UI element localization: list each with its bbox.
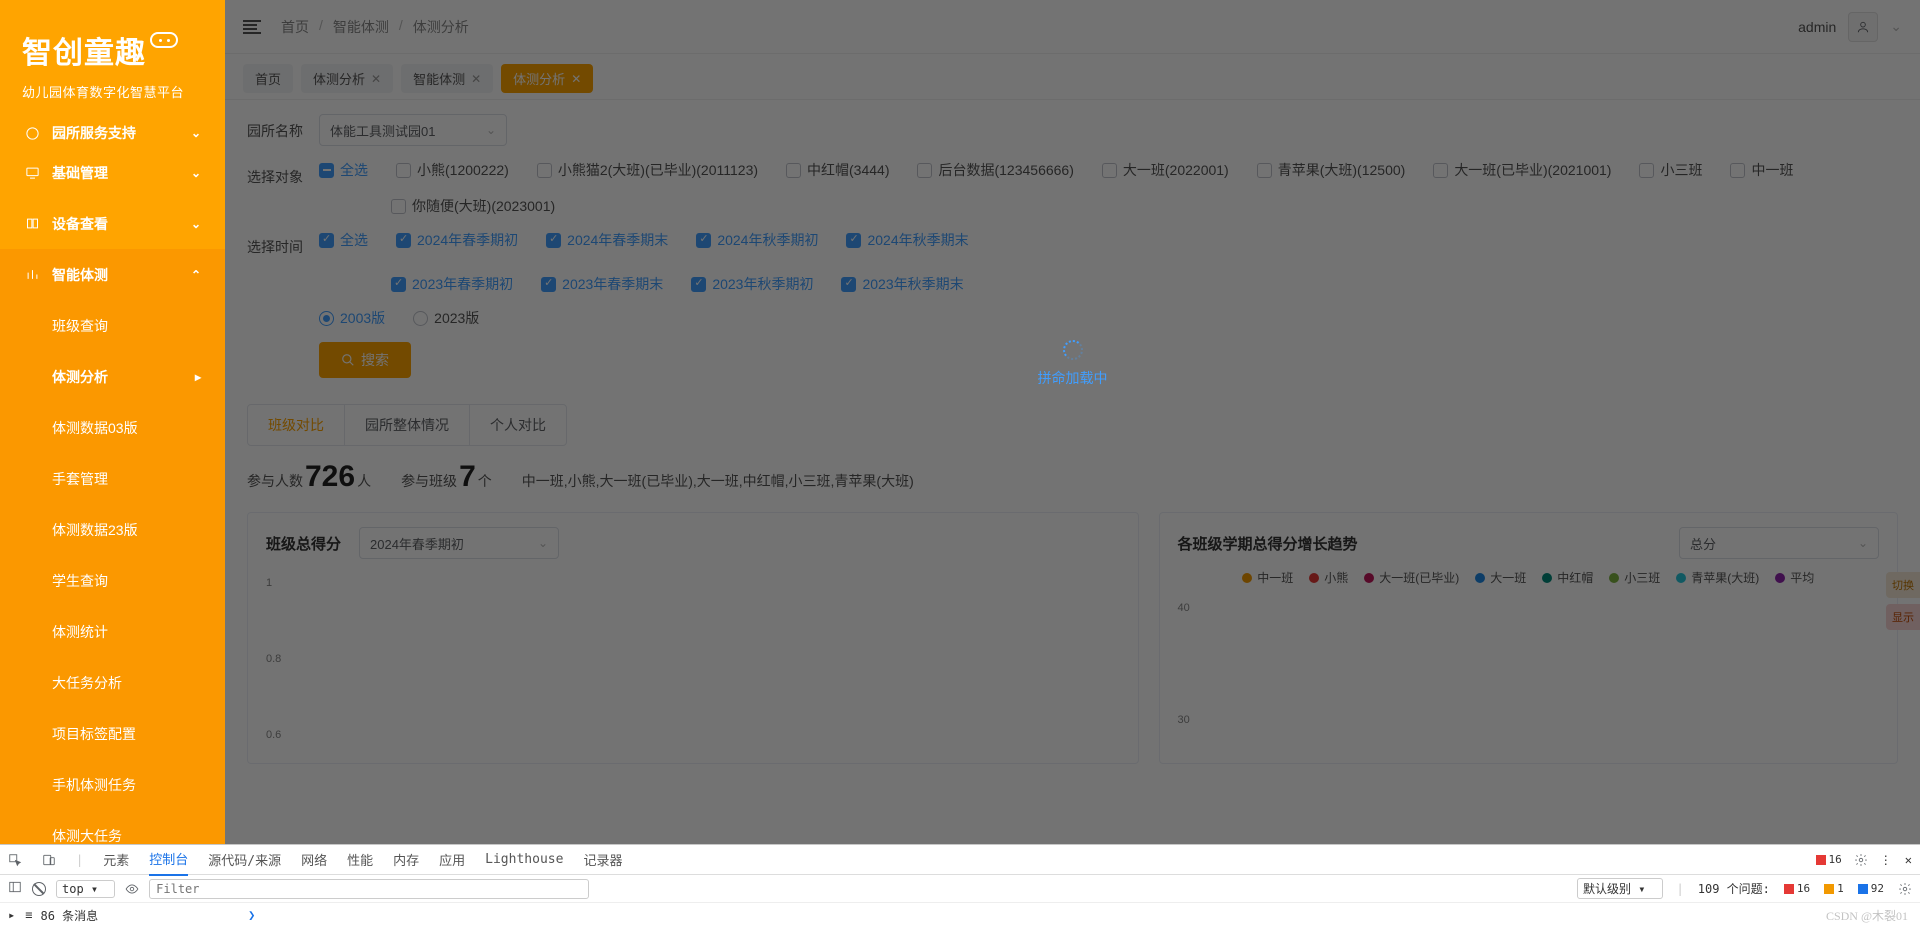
issue-info[interactable]: 92	[1858, 882, 1884, 895]
list-icon[interactable]: ≡	[25, 908, 30, 922]
subitem-glove-mgmt[interactable]: 手套管理	[0, 453, 225, 504]
dim-overlay	[225, 0, 1920, 844]
brand-block: 智创童趣 幼儿园体育数字化智慧平台	[0, 0, 225, 119]
subitem-class-query[interactable]: 班级查询	[0, 300, 225, 351]
book-icon	[24, 216, 40, 232]
eye-icon[interactable]	[125, 882, 139, 896]
dt-tab-console[interactable]: 控制台	[149, 843, 188, 876]
dt-tab-sources[interactable]: 源代码/来源	[208, 844, 281, 875]
sidebar-item-device-view[interactable]: 设备查看 ⌄	[0, 198, 225, 249]
close-icon[interactable]: ✕	[1905, 853, 1912, 867]
subitem-tag-config[interactable]: 项目标签配置	[0, 708, 225, 759]
dt-tab-recorder[interactable]: 记录器	[583, 844, 622, 875]
subitem-big-task[interactable]: 体测大任务	[0, 810, 225, 844]
caret-right-icon[interactable]: ▸	[8, 908, 15, 922]
chevron-right-icon[interactable]: ❯	[248, 908, 255, 922]
dt-tab-memory[interactable]: 内存	[393, 844, 419, 875]
chevron-down-icon: ⌄	[191, 126, 201, 140]
chevron-down-icon: ⌄	[191, 166, 201, 180]
spinner-icon	[1063, 340, 1083, 360]
brand-subtitle: 幼儿园体育数字化智慧平台	[22, 82, 203, 101]
app-shell: 智创童趣 幼儿园体育数字化智慧平台 园所服务支持 ⌄ 基础管理 ⌄ 设备查看 ⌄…	[0, 0, 1920, 844]
subitem-test-analysis[interactable]: 体测分析▸	[0, 351, 225, 402]
issue-errors[interactable]: 16	[1784, 882, 1810, 895]
issue-warnings[interactable]: 1	[1824, 882, 1844, 895]
chat-bubble-icon	[150, 32, 178, 48]
clear-icon[interactable]	[32, 882, 46, 896]
dt-error-badge[interactable]: 16	[1816, 853, 1842, 866]
sidebar-menu: 园所服务支持 ⌄ 基础管理 ⌄ 设备查看 ⌄ 智能体测 ⌃ 班级查询 体测分析▸…	[0, 119, 225, 844]
brand-name: 智创童趣	[22, 28, 203, 72]
sidebar-item-basic-mgmt[interactable]: 基础管理 ⌄	[0, 147, 225, 198]
subitem-data03[interactable]: 体测数据03版	[0, 402, 225, 453]
dt-tab-lighthouse[interactable]: Lighthouse	[485, 846, 563, 873]
main-area: 拼命加载中 首页/ 智能体测/ 体测分析 admin ⌄ 首页 体测分析✕ 智能…	[225, 0, 1920, 844]
subitem-phone-task[interactable]: 手机体测任务	[0, 759, 225, 810]
loading-indicator: 拼命加载中	[1038, 340, 1108, 388]
console-message-count: 86 条消息	[40, 907, 98, 924]
dt-tab-network[interactable]: 网络	[301, 844, 327, 875]
monitor-icon	[24, 165, 40, 181]
dt-tab-performance[interactable]: 性能	[347, 844, 373, 875]
caret-right-icon: ▸	[195, 370, 201, 384]
watermark: CSDN @木裂01	[1826, 907, 1908, 924]
filter-input[interactable]	[149, 879, 589, 899]
device-icon[interactable]	[42, 853, 56, 867]
dt-tab-application[interactable]: 应用	[439, 844, 465, 875]
chevron-down-icon: ⌄	[191, 217, 201, 231]
devtools-panel: | 元素 控制台 源代码/来源 网络 性能 内存 应用 Lighthouse 记…	[0, 844, 1920, 929]
subitem-data23[interactable]: 体测数据23版	[0, 504, 225, 555]
support-icon	[24, 125, 40, 141]
context-select[interactable]: top ▾	[56, 880, 115, 898]
inspect-icon[interactable]	[8, 853, 22, 867]
kebab-icon[interactable]: ⋮	[1880, 853, 1893, 867]
dt-tab-elements[interactable]: 元素	[103, 844, 129, 875]
chart-icon	[24, 267, 40, 283]
sidebar-item-truncated[interactable]: 园所服务支持 ⌄	[0, 119, 225, 147]
subitem-student-query[interactable]: 学生查询	[0, 555, 225, 606]
gear-icon[interactable]	[1898, 882, 1912, 896]
gear-icon[interactable]	[1854, 853, 1868, 867]
sidebar-item-smart-test[interactable]: 智能体测 ⌃	[0, 249, 225, 300]
subitem-test-stats[interactable]: 体测统计	[0, 606, 225, 657]
issues-label: 109 个问题:	[1698, 880, 1770, 897]
chevron-up-icon: ⌃	[191, 268, 201, 282]
sidebar: 智创童趣 幼儿园体育数字化智慧平台 园所服务支持 ⌄ 基础管理 ⌄ 设备查看 ⌄…	[0, 0, 225, 844]
sidebar-toggle-icon[interactable]	[8, 880, 22, 897]
subitem-big-task-analysis[interactable]: 大任务分析	[0, 657, 225, 708]
level-select[interactable]: 默认级别 ▾	[1577, 878, 1662, 899]
